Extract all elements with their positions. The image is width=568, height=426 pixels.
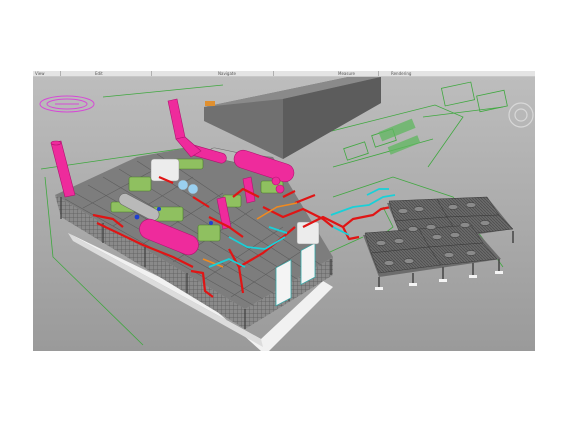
toolbar-separator (151, 71, 152, 76)
toolbar-separator (273, 71, 274, 76)
building-marker (205, 101, 215, 106)
toolbar-separator (378, 71, 379, 76)
cad-app-window: View Edit Navigate Measure Rendering (33, 71, 535, 351)
toolbar-separator (60, 71, 61, 76)
toolbar-item-measure[interactable]: Measure (338, 71, 355, 76)
3d-viewport[interactable] (33, 77, 535, 351)
toolbar-item-navigate[interactable]: Navigate (218, 71, 236, 76)
toolbar-item-view[interactable]: View (35, 71, 45, 76)
toolbar-item-rendering[interactable]: Rendering (391, 71, 411, 76)
wall-panel (300, 242, 316, 286)
toolbar-item-edit[interactable]: Edit (95, 71, 103, 76)
wall-panel (275, 259, 292, 307)
